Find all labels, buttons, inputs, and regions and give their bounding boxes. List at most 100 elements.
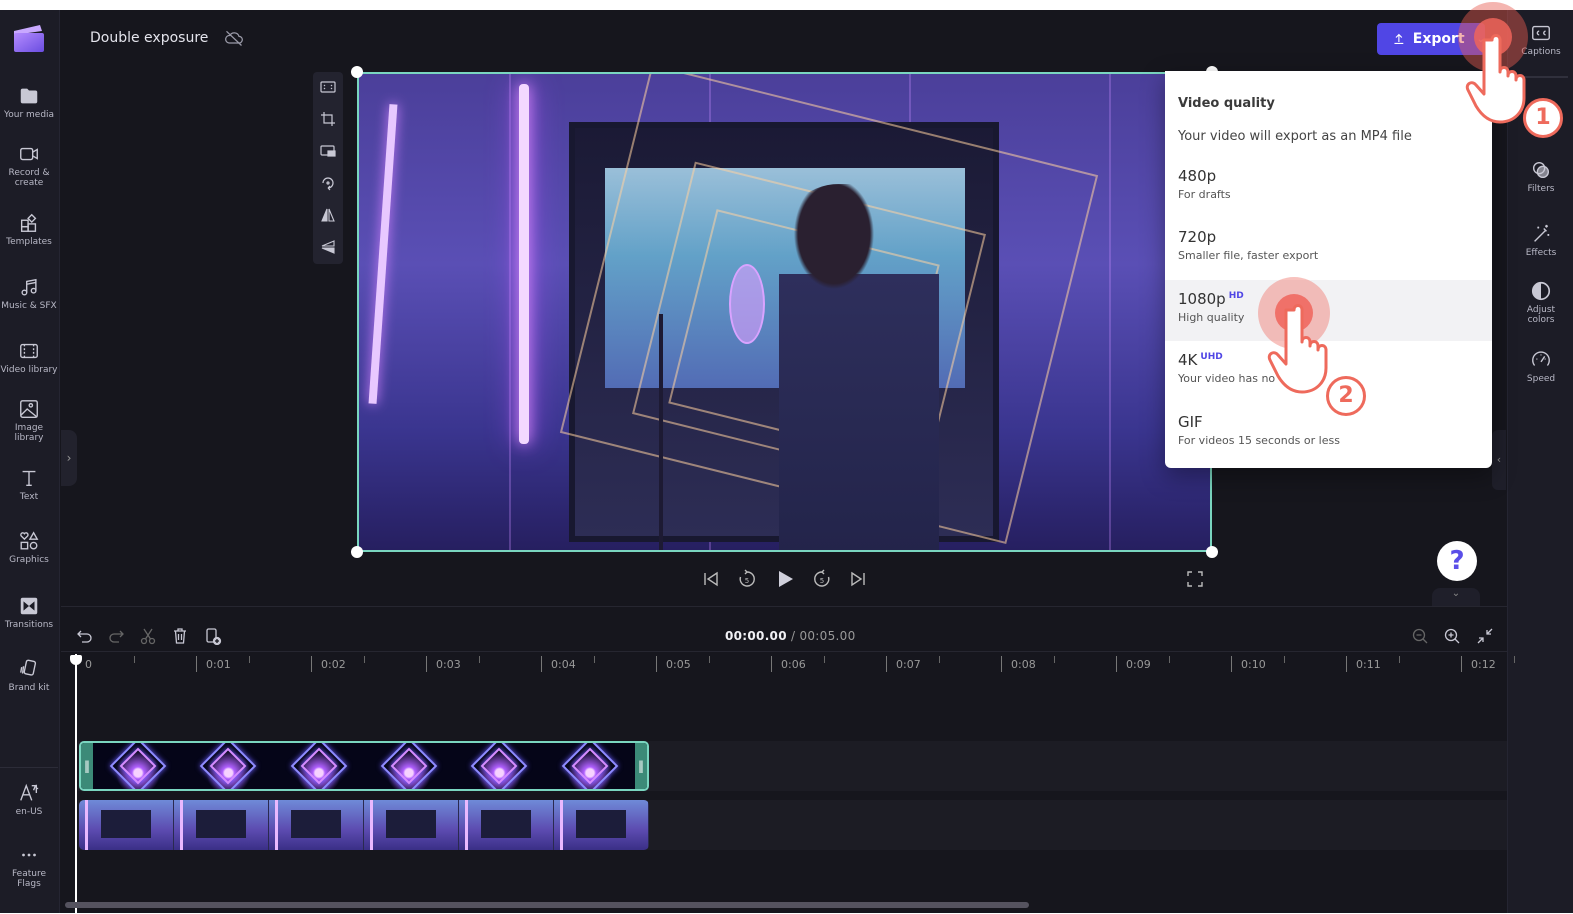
folder-icon — [20, 88, 38, 104]
pip-icon — [320, 145, 336, 157]
option-label: 1080p — [1178, 290, 1226, 308]
undo-button[interactable] — [76, 627, 94, 645]
cloud-off-icon — [225, 30, 243, 46]
skip-to-start-button[interactable] — [700, 568, 722, 590]
play-button[interactable] — [774, 568, 796, 590]
redo-button[interactable] — [107, 627, 125, 645]
playhead[interactable] — [75, 654, 77, 914]
right-sidebar: Captions Filters Effects Adjust colors S… — [1507, 10, 1573, 913]
transitions-icon — [20, 597, 38, 615]
ruler-tick-minor — [1169, 656, 1170, 663]
app-logo[interactable] — [12, 23, 46, 53]
video-editor-app: Your media Record & create Templates Mus… — [0, 2, 1573, 914]
quality-option-gif[interactable]: GIF For videos 15 seconds or less — [1165, 403, 1492, 464]
duplicate-add-icon — [206, 628, 222, 646]
sidebar-item-music-sfx[interactable]: Music & SFX — [0, 276, 58, 311]
clip-thumbnail — [183, 743, 274, 789]
delete-button[interactable] — [171, 627, 189, 645]
timeline-ruler[interactable]: 0 0:01 0:02 0:03 0:04 0:05 0:06 0:07 0:08 0:09 0:1… — [61, 651, 1515, 677]
clip-thumbnail — [174, 800, 269, 850]
more-dots-icon — [22, 853, 36, 857]
left-sidebar: Your media Record & create Templates Mus… — [0, 10, 60, 913]
ruler-tick-major — [541, 656, 542, 672]
rewind-5-icon: 5 — [739, 569, 755, 587]
ruler-tick-minor — [249, 656, 250, 663]
sidebar-item-label: Image library — [14, 423, 44, 443]
flip-vertical-button[interactable] — [313, 232, 343, 264]
brand-kit-icon — [20, 659, 37, 676]
chevron-down-icon[interactable]: ⌄ — [1432, 588, 1480, 606]
forward-5s-button[interactable]: 5 — [811, 568, 833, 590]
picture-in-picture-button[interactable] — [313, 136, 343, 168]
clip-thumbnail — [544, 743, 635, 789]
fullscreen-button[interactable] — [1184, 568, 1206, 590]
split-button[interactable] — [139, 627, 157, 645]
contrast-icon — [1531, 281, 1551, 301]
sidebar-item-brand-kit[interactable]: Brand kit — [0, 658, 58, 693]
resize-handle-bottom-right[interactable] — [1206, 546, 1218, 558]
sidebar-item-label: Video library — [0, 365, 58, 375]
expand-left-panel-button[interactable]: › — [61, 430, 77, 486]
text-icon — [22, 470, 36, 487]
clip-thumbnail — [273, 743, 364, 789]
quality-option-720p[interactable]: 720p Smaller file, faster export — [1165, 218, 1492, 279]
sidebar-item-label: Text — [19, 492, 39, 502]
sidebar-item-feature-flags[interactable]: Feature Flags — [0, 844, 58, 889]
trim-handle-left[interactable]: ‖ — [81, 743, 93, 789]
ruler-tick-major — [771, 656, 772, 672]
help-button[interactable]: ? — [1437, 541, 1477, 581]
ruler-tick-label: 0:06 — [781, 658, 806, 671]
speedometer-icon — [1532, 351, 1550, 366]
main-video-clip[interactable] — [79, 800, 649, 850]
sidebar-item-text[interactable]: Text — [0, 467, 58, 502]
overlay-clip[interactable]: ‖ ‖ — [79, 741, 649, 791]
sidebar-item-transitions[interactable]: Transitions — [0, 595, 58, 630]
rewind-5s-button[interactable]: 5 — [736, 568, 758, 590]
clip-thumbnail — [363, 743, 455, 789]
quality-option-480p[interactable]: 480p For drafts — [1165, 157, 1492, 218]
upload-icon — [1394, 33, 1404, 44]
option-description: Smaller file, faster export — [1178, 249, 1319, 262]
ruler-tick-major — [1116, 656, 1117, 672]
sidebar-item-your-media[interactable]: Your media — [0, 85, 58, 120]
fit-to-frame-button[interactable] — [313, 72, 343, 104]
skip-to-end-button[interactable] — [847, 568, 869, 590]
magic-wand-icon — [1534, 224, 1550, 242]
ruler-tick-minor — [479, 656, 480, 663]
sidebar-item-record-create[interactable]: Record & create — [0, 143, 58, 188]
option-description: For videos 15 seconds or less — [1178, 434, 1340, 447]
flip-horizontal-button[interactable] — [313, 200, 343, 232]
sidebar-item-label: Transitions — [4, 620, 54, 630]
timeline-horizontal-scrollbar[interactable] — [65, 902, 1029, 908]
zoom-in-button[interactable] — [1443, 627, 1461, 645]
sidebar-item-adjust-colors[interactable]: Adjust colors — [1508, 280, 1573, 325]
rotate-button[interactable] — [313, 168, 343, 200]
sidebar-item-graphics[interactable]: Graphics — [0, 530, 58, 565]
zoom-out-button[interactable] — [1411, 627, 1429, 645]
sidebar-item-language[interactable]: en-US — [0, 782, 58, 817]
sidebar-item-video-library[interactable]: Video library — [0, 340, 58, 375]
sidebar-item-label: Music & SFX — [1, 301, 57, 311]
image-icon — [20, 400, 38, 418]
clip-thumbnail — [364, 800, 459, 850]
trim-handle-right[interactable]: ‖ — [635, 743, 647, 789]
duplicate-button[interactable] — [204, 627, 222, 646]
ruler-tick-minor — [364, 656, 365, 663]
resize-handle-bottom-left[interactable] — [351, 546, 363, 558]
sidebar-item-image-library[interactable]: Image library — [0, 398, 58, 443]
sidebar-item-templates[interactable]: Templates — [0, 212, 58, 247]
fit-timeline-button[interactable] — [1476, 627, 1494, 645]
resize-handle-top-left[interactable] — [351, 66, 363, 78]
current-time: 00:00.00 — [725, 629, 787, 643]
collapse-right-panel-button[interactable]: ‹ — [1492, 430, 1506, 490]
video-preview[interactable] — [357, 72, 1212, 552]
sidebar-item-effects[interactable]: Effects — [1508, 223, 1573, 258]
fullscreen-icon — [1187, 571, 1203, 587]
crop-button[interactable] — [313, 104, 343, 136]
language-icon — [20, 783, 39, 801]
sidebar-item-speed[interactable]: Speed — [1508, 349, 1573, 384]
skip-back-icon — [704, 571, 718, 587]
project-title[interactable]: Double exposure — [90, 30, 208, 46]
step-badge-1: 1 — [1523, 98, 1563, 138]
sidebar-item-filters[interactable]: Filters — [1508, 159, 1573, 194]
